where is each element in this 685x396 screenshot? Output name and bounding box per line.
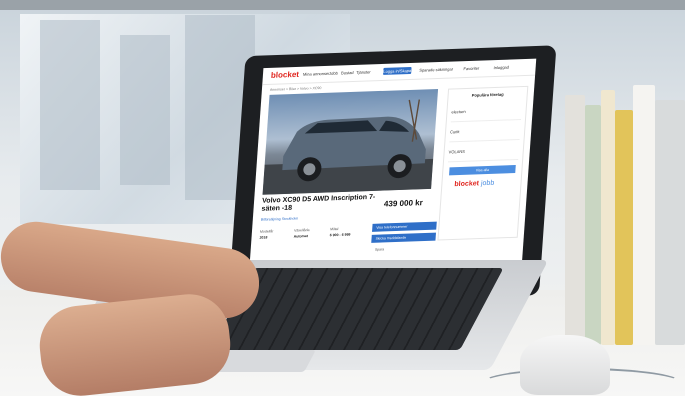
blurred-building	[120, 35, 170, 185]
listing-title: Volvo XC90 D5 AWD Inscription 7-säten -1…	[261, 193, 376, 213]
blurred-building	[40, 20, 100, 190]
blocket-logo[interactable]: blocket	[271, 70, 300, 80]
company-item[interactable]: VOLANS	[447, 140, 520, 163]
nav-item[interactable]: Jobb	[329, 71, 338, 76]
book	[585, 105, 601, 345]
book	[633, 85, 655, 345]
spec-value: 2018	[259, 235, 268, 240]
popular-companies-panel: Populära företag electurn Curlit VOLANS …	[437, 85, 529, 241]
show-phone-button[interactable]: Visa telefonnummer	[372, 221, 437, 232]
save-favorite-link[interactable]: Spara	[375, 247, 385, 251]
photo-frame-top	[0, 0, 685, 10]
send-message-button[interactable]: Skicka meddelande	[371, 232, 436, 243]
login-button[interactable]: Logga in/Skapa	[383, 66, 412, 75]
breadcrumb[interactable]: Annonser > Bilar > Volvo > XC90	[270, 86, 322, 92]
listing-price: 439 000 kr	[383, 198, 424, 209]
laptop-screen: blocket Mina annonser Jobb Bostad Tjänst…	[248, 58, 537, 288]
nav-item[interactable]: Tjänster	[356, 69, 371, 75]
car-photo[interactable]	[262, 88, 439, 195]
nav-item[interactable]: Mina annonser	[303, 71, 330, 77]
company-item[interactable]: electurn	[450, 100, 523, 123]
spec-value: 6 900 - 6 999	[329, 232, 351, 238]
book-stack	[565, 75, 685, 345]
book	[565, 95, 585, 345]
blocket-jobb-logo[interactable]: blocket jobb	[454, 180, 494, 188]
white-headphones	[520, 335, 610, 395]
nav-item[interactable]: Bostad	[341, 70, 354, 75]
book	[601, 90, 615, 345]
book	[655, 100, 685, 345]
suv-illustration	[262, 99, 434, 195]
saved-searches-link[interactable]: Sparade sökningar	[419, 67, 453, 73]
seller-link[interactable]: Bilförsäljning Stockholm	[261, 216, 299, 221]
panel-heading: Populära företag	[471, 91, 504, 98]
show-all-button[interactable]: Visa alla	[449, 165, 516, 176]
spec-label: Växellåda	[293, 228, 310, 233]
spec-label: Modellår	[259, 229, 274, 234]
spec-value: Automat	[293, 234, 309, 239]
account-link[interactable]: Inloggad	[493, 65, 509, 71]
photo-scene: blocket Mina annonser Jobb Bostad Tjänst…	[0, 0, 685, 396]
spec-label: Miltal	[330, 227, 339, 232]
company-item[interactable]: Curlit	[449, 120, 521, 143]
book	[615, 110, 633, 345]
favorites-link[interactable]: Favoriter	[463, 66, 479, 72]
